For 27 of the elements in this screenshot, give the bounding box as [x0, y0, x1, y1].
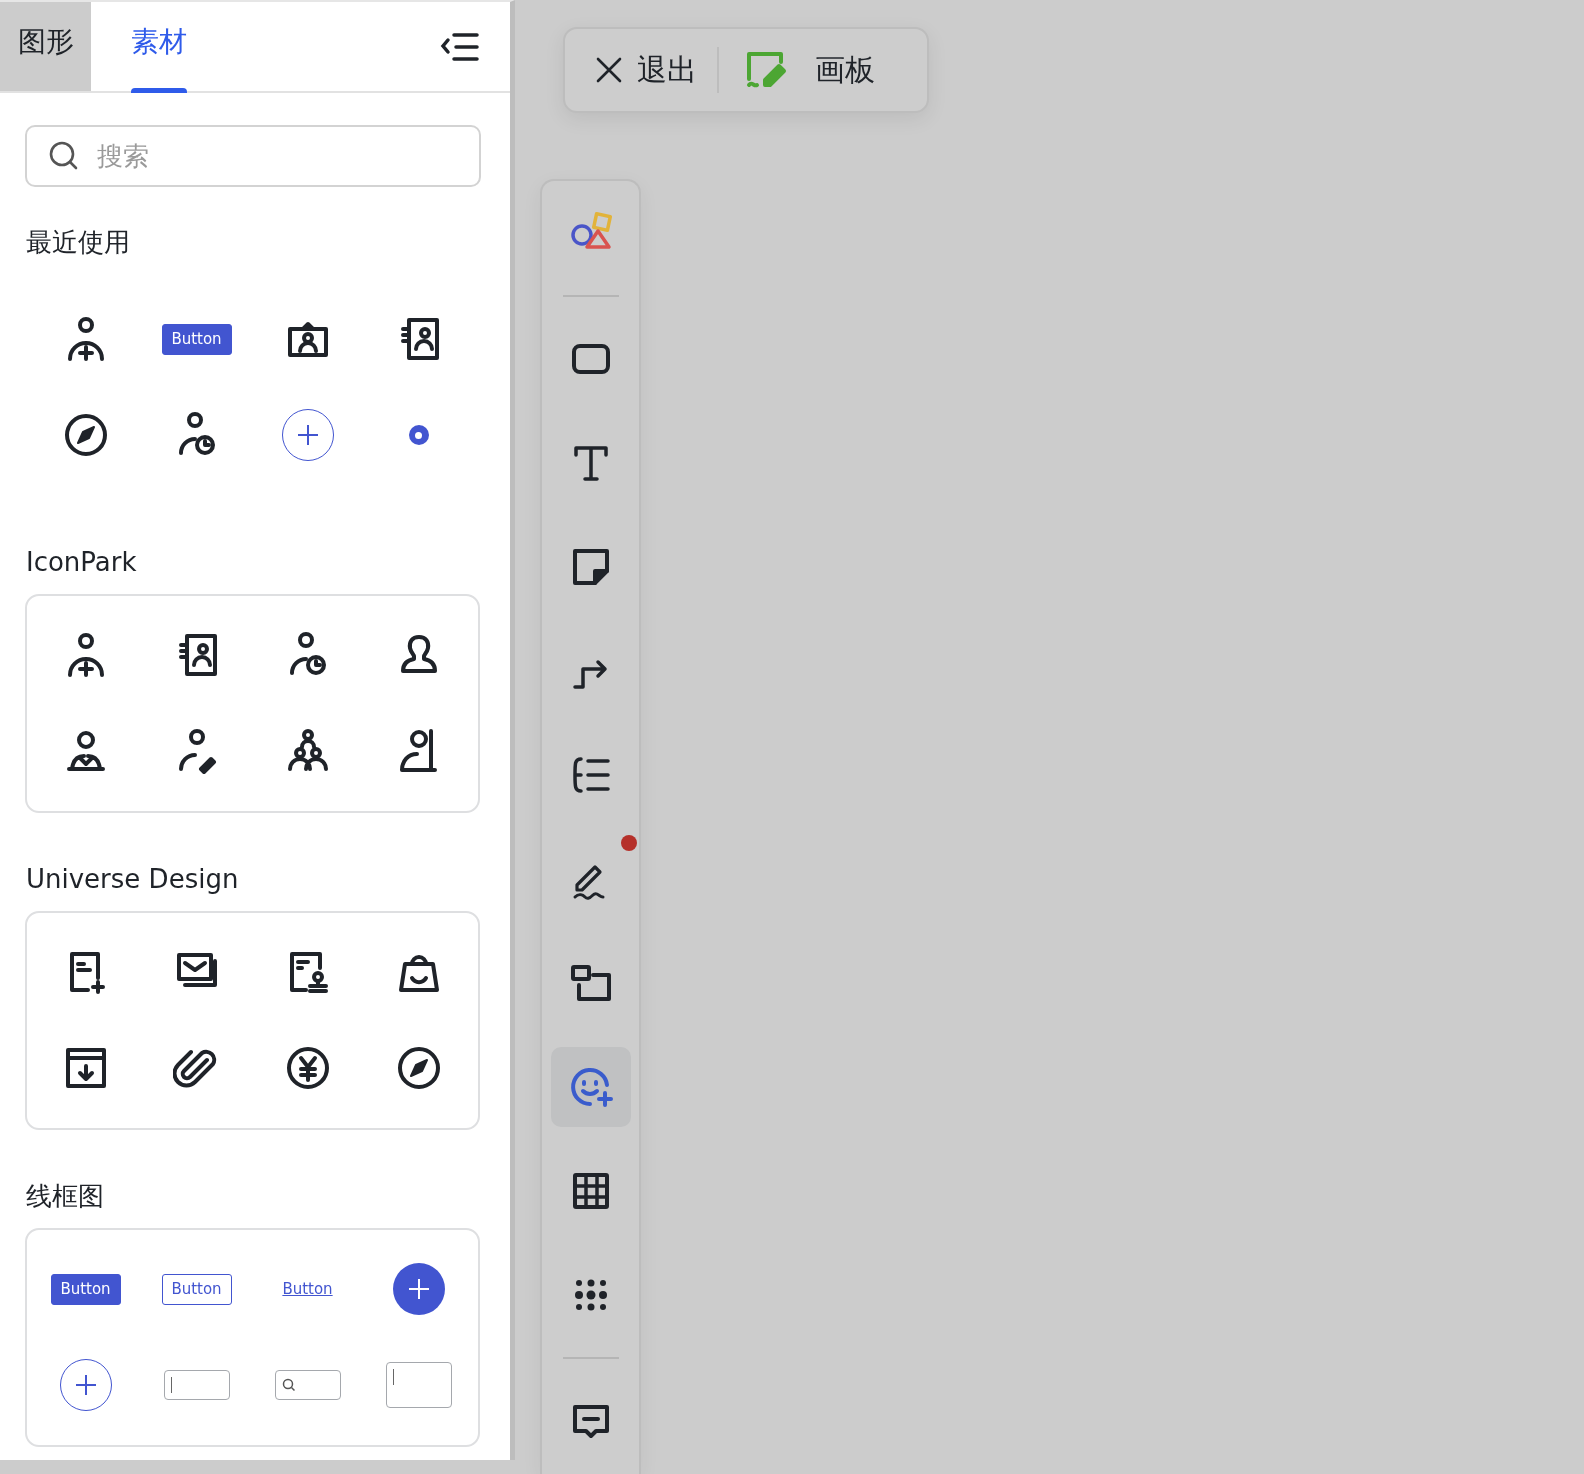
search-input-field[interactable] [274, 1370, 341, 1400]
section-title: IconPark [26, 546, 137, 579]
radio-dot[interactable] [408, 425, 429, 445]
close-icon [595, 56, 623, 84]
filled-button[interactable]: Button [50, 1273, 121, 1305]
outline-button[interactable]: Button [161, 1273, 232, 1305]
add-circle-button[interactable] [281, 409, 334, 461]
floating-add-button[interactable] [392, 1263, 445, 1315]
tab[interactable]: 素材 [131, 2, 187, 91]
section-title: 线框图 [26, 1180, 104, 1213]
search-field[interactable]: 搜索 [25, 125, 481, 187]
tab[interactable]: 图形 [0, 2, 91, 91]
section-title: 最近使用 [26, 226, 130, 259]
search-icon [49, 141, 79, 171]
filled-button[interactable]: Button [161, 323, 232, 355]
plus-icon [295, 423, 320, 447]
notification-dot [620, 835, 637, 851]
board-button[interactable]: 画板 [745, 49, 875, 91]
plus-icon [406, 1277, 431, 1301]
input-field[interactable] [163, 1370, 230, 1400]
section-title: Universe Design [26, 863, 239, 896]
add-circle-button[interactable] [59, 1359, 112, 1411]
text-area-field[interactable] [385, 1362, 452, 1408]
search-icon [281, 1378, 296, 1392]
exit-button[interactable]: 退出 [595, 49, 697, 91]
plus-icon [73, 1373, 98, 1397]
link-button[interactable]: Button [282, 1280, 333, 1298]
